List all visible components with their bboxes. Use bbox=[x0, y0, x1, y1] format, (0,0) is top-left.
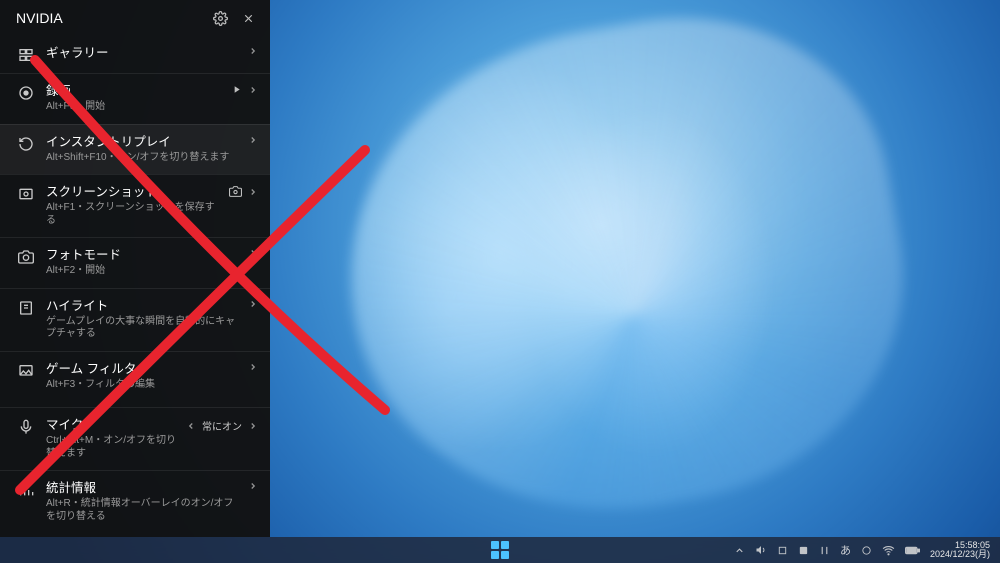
tray-chevron-icon[interactable] bbox=[734, 545, 745, 556]
battery-icon[interactable] bbox=[905, 545, 920, 556]
chevron-right-icon bbox=[248, 85, 258, 95]
ime-indicator[interactable]: あ bbox=[840, 542, 851, 558]
volume-icon[interactable] bbox=[755, 544, 767, 556]
menu-label: スクリーンショット bbox=[46, 185, 223, 200]
menu-item-highlights[interactable]: ハイライト ゲームプレイの大事な瞬間を自動的にキャプチャする bbox=[0, 288, 270, 351]
overlay-menu: ギャラリー 録画 Alt+F9・開始 インスタントリプレイ Alt+Shift+… bbox=[0, 36, 270, 537]
menu-item-instant-replay[interactable]: インスタントリプレイ Alt+Shift+F10・オン/オフを切り替えます bbox=[0, 124, 270, 175]
chevron-left-icon[interactable] bbox=[186, 421, 196, 431]
menu-item-photo-mode[interactable]: フォトモード Alt+F2・開始 bbox=[0, 237, 270, 288]
tray-icon-1[interactable] bbox=[777, 545, 788, 556]
menu-sublabel: Ctrl+Alt+M・オン/オフを切り替えます bbox=[46, 435, 180, 460]
menu-item-mic[interactable]: マイク Ctrl+Alt+M・オン/オフを切り替えます 常にオン bbox=[0, 407, 270, 470]
clock-date: 2024/12/23(月) bbox=[930, 550, 990, 559]
tray-icon-2[interactable] bbox=[798, 545, 809, 556]
microphone-icon bbox=[18, 419, 34, 435]
taskbar[interactable]: あ 15:58:05 2024/12/23(月) bbox=[0, 537, 1000, 563]
start-button[interactable] bbox=[491, 541, 509, 559]
menu-sublabel: Alt+F2・開始 bbox=[46, 265, 242, 278]
chevron-right-icon[interactable] bbox=[248, 421, 258, 431]
menu-sublabel: Alt+F9・開始 bbox=[46, 101, 225, 114]
chevron-right-icon bbox=[248, 187, 258, 197]
photo-mode-icon bbox=[18, 249, 34, 265]
close-button[interactable] bbox=[234, 4, 262, 32]
taskbar-clock[interactable]: 15:58:05 2024/12/23(月) bbox=[930, 541, 990, 559]
chevron-right-icon bbox=[248, 46, 258, 56]
nvidia-overlay-panel: NVIDIA ギャラリー 録画 Alt+F9・開始 bbox=[0, 0, 270, 537]
chevron-right-icon bbox=[248, 299, 258, 309]
menu-label: ゲーム フィルタ bbox=[46, 362, 242, 377]
chevron-right-icon bbox=[248, 362, 258, 372]
filter-icon bbox=[18, 363, 34, 379]
tray-icon-4[interactable] bbox=[861, 545, 872, 556]
menu-item-gallery[interactable]: ギャラリー bbox=[0, 36, 270, 73]
tray-icon-3[interactable] bbox=[819, 545, 830, 556]
camera-icon bbox=[229, 185, 242, 198]
settings-button[interactable] bbox=[206, 4, 234, 32]
system-tray[interactable]: あ 15:58:05 2024/12/23(月) bbox=[734, 541, 1000, 559]
menu-sublabel: Alt+R・統計情報オーバーレイのオン/オフを切り替える bbox=[46, 498, 242, 523]
screenshot-icon bbox=[18, 186, 34, 202]
menu-item-game-filter[interactable]: ゲーム フィルタ Alt+F3・フィルタの編集 bbox=[0, 351, 270, 402]
chevron-right-icon bbox=[248, 248, 258, 258]
menu-sublabel: Alt+F1・スクリーンショットを保存する bbox=[46, 202, 223, 227]
menu-label: フォトモード bbox=[46, 248, 242, 263]
highlights-icon bbox=[18, 300, 34, 316]
gear-icon bbox=[213, 11, 228, 26]
record-icon bbox=[18, 85, 34, 101]
close-icon bbox=[242, 12, 255, 25]
chevron-right-icon bbox=[248, 481, 258, 491]
menu-label: インスタントリプレイ bbox=[46, 135, 242, 150]
play-icon bbox=[231, 84, 242, 95]
stats-icon bbox=[18, 482, 34, 498]
menu-label: マイク bbox=[46, 418, 180, 433]
menu-label: ギャラリー bbox=[46, 46, 242, 61]
instant-replay-icon bbox=[18, 136, 34, 152]
menu-label: ハイライト bbox=[46, 299, 242, 314]
overlay-title: NVIDIA bbox=[16, 10, 206, 26]
menu-sublabel: Alt+Shift+F10・オン/オフを切り替えます bbox=[46, 152, 242, 165]
mic-status: 常にオン bbox=[202, 418, 242, 433]
menu-label: 録画 bbox=[46, 84, 225, 99]
menu-item-screenshot[interactable]: スクリーンショット Alt+F1・スクリーンショットを保存する bbox=[0, 174, 270, 237]
wifi-icon[interactable] bbox=[882, 544, 895, 557]
menu-label: 統計情報 bbox=[46, 481, 242, 496]
menu-sublabel: ゲームプレイの大事な瞬間を自動的にキャプチャする bbox=[46, 316, 242, 341]
chevron-right-icon bbox=[248, 135, 258, 145]
menu-item-statistics[interactable]: 統計情報 Alt+R・統計情報オーバーレイのオン/オフを切り替える bbox=[0, 470, 270, 533]
overlay-header: NVIDIA bbox=[0, 0, 270, 36]
menu-item-record[interactable]: 録画 Alt+F9・開始 bbox=[0, 73, 270, 124]
gallery-icon bbox=[18, 47, 34, 63]
menu-sublabel: Alt+F3・フィルタの編集 bbox=[46, 379, 242, 392]
